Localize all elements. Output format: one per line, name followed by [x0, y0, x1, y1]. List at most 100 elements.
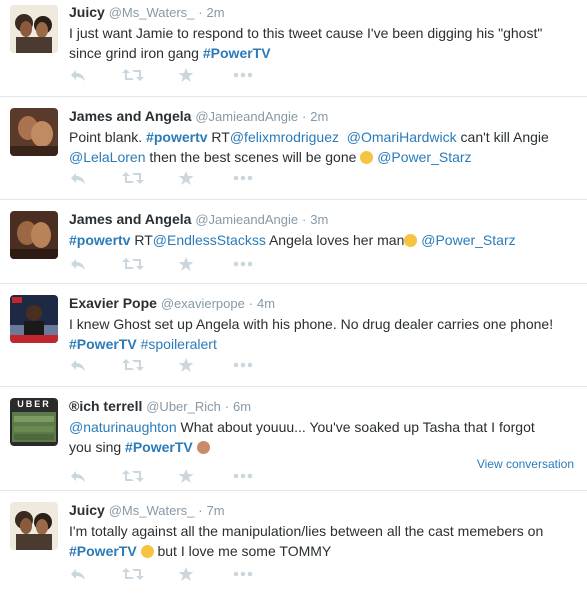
reply-icon[interactable] [69, 256, 87, 272]
avatar[interactable] [10, 295, 58, 343]
user-name[interactable]: Juicy [69, 4, 105, 20]
hashtag-link[interactable]: #powertv [146, 129, 207, 145]
retweet-icon[interactable] [122, 566, 144, 582]
more-icon[interactable] [233, 473, 253, 479]
user-name[interactable]: ®ich terrell [69, 398, 142, 414]
user-name[interactable]: Exavier Pope [69, 295, 157, 311]
separator: · [198, 5, 203, 20]
favorite-icon[interactable] [178, 256, 194, 272]
timestamp[interactable]: 3m [310, 212, 328, 227]
tweet-text-line: I knew Ghost set up Angela with his phon… [69, 316, 554, 332]
avatar[interactable] [10, 108, 58, 156]
laughing-emoji-icon [360, 151, 374, 164]
tweet-text-part: Angela loves her man [265, 232, 405, 248]
mention-link[interactable]: @LelaLoren [69, 149, 146, 165]
tweet-text: I knew Ghost set up Angela with his phon… [69, 314, 577, 354]
tweet-text-part [339, 129, 347, 145]
tweet-text-part: What about youuu... You've soaked up Tas… [176, 419, 535, 435]
view-conversation-link[interactable]: View conversation [477, 457, 574, 471]
tweet-text-part: Point blank. [69, 129, 147, 145]
more-icon[interactable] [233, 261, 253, 267]
user-handle[interactable]: @JamieandAngie [195, 109, 298, 124]
tweet-text-part: RT [130, 232, 153, 248]
tweet-text-line: since grind iron gang [69, 45, 203, 61]
mention-link[interactable]: @felixmrodriguez [230, 129, 339, 145]
user-handle[interactable]: @JamieandAngie [195, 212, 298, 227]
tweet-text: I just want Jamie to respond to this twe… [69, 23, 577, 63]
user-name[interactable]: Juicy [69, 502, 105, 518]
tweet-text: Point blank. #powertv RT@felixmrodriguez… [69, 127, 577, 167]
avatar[interactable] [10, 502, 58, 550]
hashtag-link[interactable]: #spoileralert [141, 336, 217, 352]
favorite-icon[interactable] [178, 566, 194, 582]
mention-link[interactable]: @Power_Starz [421, 232, 515, 248]
reply-icon[interactable] [69, 468, 87, 484]
tweet-feed: Juicy @Ms_Waters_ · 2m I just want Jamie… [0, 0, 587, 597]
reply-icon[interactable] [69, 67, 87, 83]
timestamp[interactable]: 6m [233, 399, 251, 414]
tweet[interactable]: UBER ®ich terrell @Uber_Rich · 6m @natur… [0, 387, 587, 491]
separator: · [198, 503, 203, 518]
hashtag-link[interactable]: #PowerTV [125, 439, 193, 455]
retweet-icon[interactable] [122, 67, 144, 83]
hashtag-link[interactable]: #powertv [69, 232, 130, 248]
tweet-text-part: then the best scenes will be gone [145, 149, 361, 165]
tweet-text-part: but I love me some TOMMY [153, 543, 332, 559]
retweet-icon[interactable] [122, 468, 144, 484]
hashtag-link[interactable]: #PowerTV [203, 45, 271, 61]
tweet-text: #powertv RT@EndlessStackss Angela loves … [69, 230, 577, 250]
hashtag-link[interactable]: #PowerTV [69, 336, 137, 352]
user-name[interactable]: James and Angela [69, 108, 191, 124]
retweet-icon[interactable] [122, 357, 144, 373]
reply-icon[interactable] [69, 566, 87, 582]
separator: · [248, 296, 254, 311]
mention-link[interactable]: @OmariHardwick [347, 129, 457, 145]
retweet-icon[interactable] [122, 170, 144, 186]
mention-link[interactable]: @naturinaughton [69, 419, 177, 435]
timestamp[interactable]: 7m [207, 503, 225, 518]
reply-icon[interactable] [69, 357, 87, 373]
user-handle[interactable]: @Ms_Waters_ [109, 503, 195, 518]
tweet[interactable]: James and Angela @JamieandAngie · 2m Poi… [0, 97, 587, 200]
favorite-icon[interactable] [178, 468, 194, 484]
tweet-text-part: you sing [69, 439, 126, 455]
hashtag-link[interactable]: #PowerTV [69, 543, 137, 559]
avatar[interactable]: UBER [10, 398, 58, 446]
favorite-icon[interactable] [178, 170, 194, 186]
more-icon[interactable] [233, 362, 253, 368]
weary-emoji-icon [404, 234, 418, 247]
timestamp[interactable]: 2m [310, 109, 328, 124]
avatar[interactable] [10, 5, 58, 53]
timestamp[interactable]: 2m [207, 5, 225, 20]
tweet[interactable]: Exavier Pope @exavierpope · 4m I knew Gh… [0, 284, 587, 387]
mention-link[interactable]: @EndlessStackss [153, 232, 266, 248]
reply-icon[interactable] [69, 170, 87, 186]
tweet[interactable]: Juicy @Ms_Waters_ · 7m I'm totally again… [0, 491, 587, 597]
timestamp[interactable]: 4m [257, 296, 275, 311]
tweet-text: I'm totally against all the manipulation… [69, 521, 577, 561]
separator: · [224, 399, 230, 414]
tweet[interactable]: James and Angela @JamieandAngie · 3m #po… [0, 200, 587, 284]
tweet[interactable]: Juicy @Ms_Waters_ · 2m I just want Jamie… [0, 0, 587, 97]
user-handle[interactable]: @Uber_Rich [146, 399, 221, 414]
retweet-icon[interactable] [122, 256, 144, 272]
grinning-emoji-icon [140, 545, 154, 558]
user-handle[interactable]: @Ms_Waters_ [109, 5, 195, 20]
clapping-hands-emoji-icon [196, 441, 210, 454]
tweet-text-line: I'm totally against all the manipulation… [69, 523, 544, 539]
favorite-icon[interactable] [178, 67, 194, 83]
more-icon[interactable] [233, 571, 253, 577]
favorite-icon[interactable] [178, 357, 194, 373]
mention-link[interactable]: @Power_Starz [377, 149, 471, 165]
user-name[interactable]: James and Angela [69, 211, 191, 227]
separator: · [302, 109, 307, 124]
avatar[interactable] [10, 211, 58, 259]
tweet-text-line: I just want Jamie to respond to this twe… [69, 25, 543, 41]
avatar-text: UBER [17, 399, 51, 409]
separator: · [302, 212, 307, 227]
tweet-text: @naturinaughton What about youuu... You'… [69, 417, 577, 457]
more-icon[interactable] [233, 72, 253, 78]
more-icon[interactable] [233, 175, 253, 181]
user-handle[interactable]: @exavierpope [161, 296, 245, 311]
tweet-text-part: can't kill Angie [456, 129, 549, 145]
